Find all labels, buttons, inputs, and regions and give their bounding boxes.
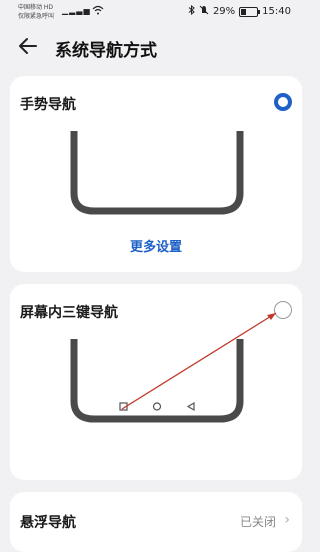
carrier-info: 中国移动 HD 仅限紧急呼叫 xyxy=(18,3,54,21)
battery-percent: 29% xyxy=(212,6,236,17)
battery-icon xyxy=(239,6,261,17)
signal-icon: ▁▂▃▅ xyxy=(62,6,91,15)
three-key-navigation-card[interactable]: 屏幕内三键导航 xyxy=(10,284,302,480)
back-arrow-icon[interactable] xyxy=(16,34,40,58)
battery-fill xyxy=(241,8,246,15)
annotation-arrow xyxy=(121,312,277,410)
header: 系统导航方式 xyxy=(0,28,313,64)
wifi-icon xyxy=(92,5,104,18)
gesture-phone-illustration xyxy=(70,131,244,215)
status-bar: 中国移动 HD 仅限紧急呼叫 ▁▂▃▅ 29% 15:40 xyxy=(0,0,313,24)
floating-navigation-status: 已关闭 xyxy=(239,515,276,529)
bluetooth-icon xyxy=(188,4,195,18)
chevron-right-icon: › xyxy=(284,512,290,528)
emergency-only: 仅限紧急呼叫 xyxy=(18,13,55,20)
gesture-navigation-card[interactable]: 手势导航 更多设置 xyxy=(10,76,302,272)
floating-navigation-label: 悬浮导航 xyxy=(20,515,76,531)
mute-icon xyxy=(199,5,209,18)
gesture-navigation-radio[interactable] xyxy=(274,93,292,111)
more-settings-link[interactable]: 更多设置 xyxy=(10,236,302,255)
floating-navigation-card[interactable]: 悬浮导航 已关闭 › xyxy=(10,492,302,552)
gesture-navigation-label: 手势导航 xyxy=(20,97,76,113)
clock: 15:40 xyxy=(262,6,291,17)
carrier-name: 中国移动 HD xyxy=(18,4,54,11)
status-right: 29% 15:40 xyxy=(188,4,291,18)
page-title: 系统导航方式 xyxy=(55,41,157,61)
